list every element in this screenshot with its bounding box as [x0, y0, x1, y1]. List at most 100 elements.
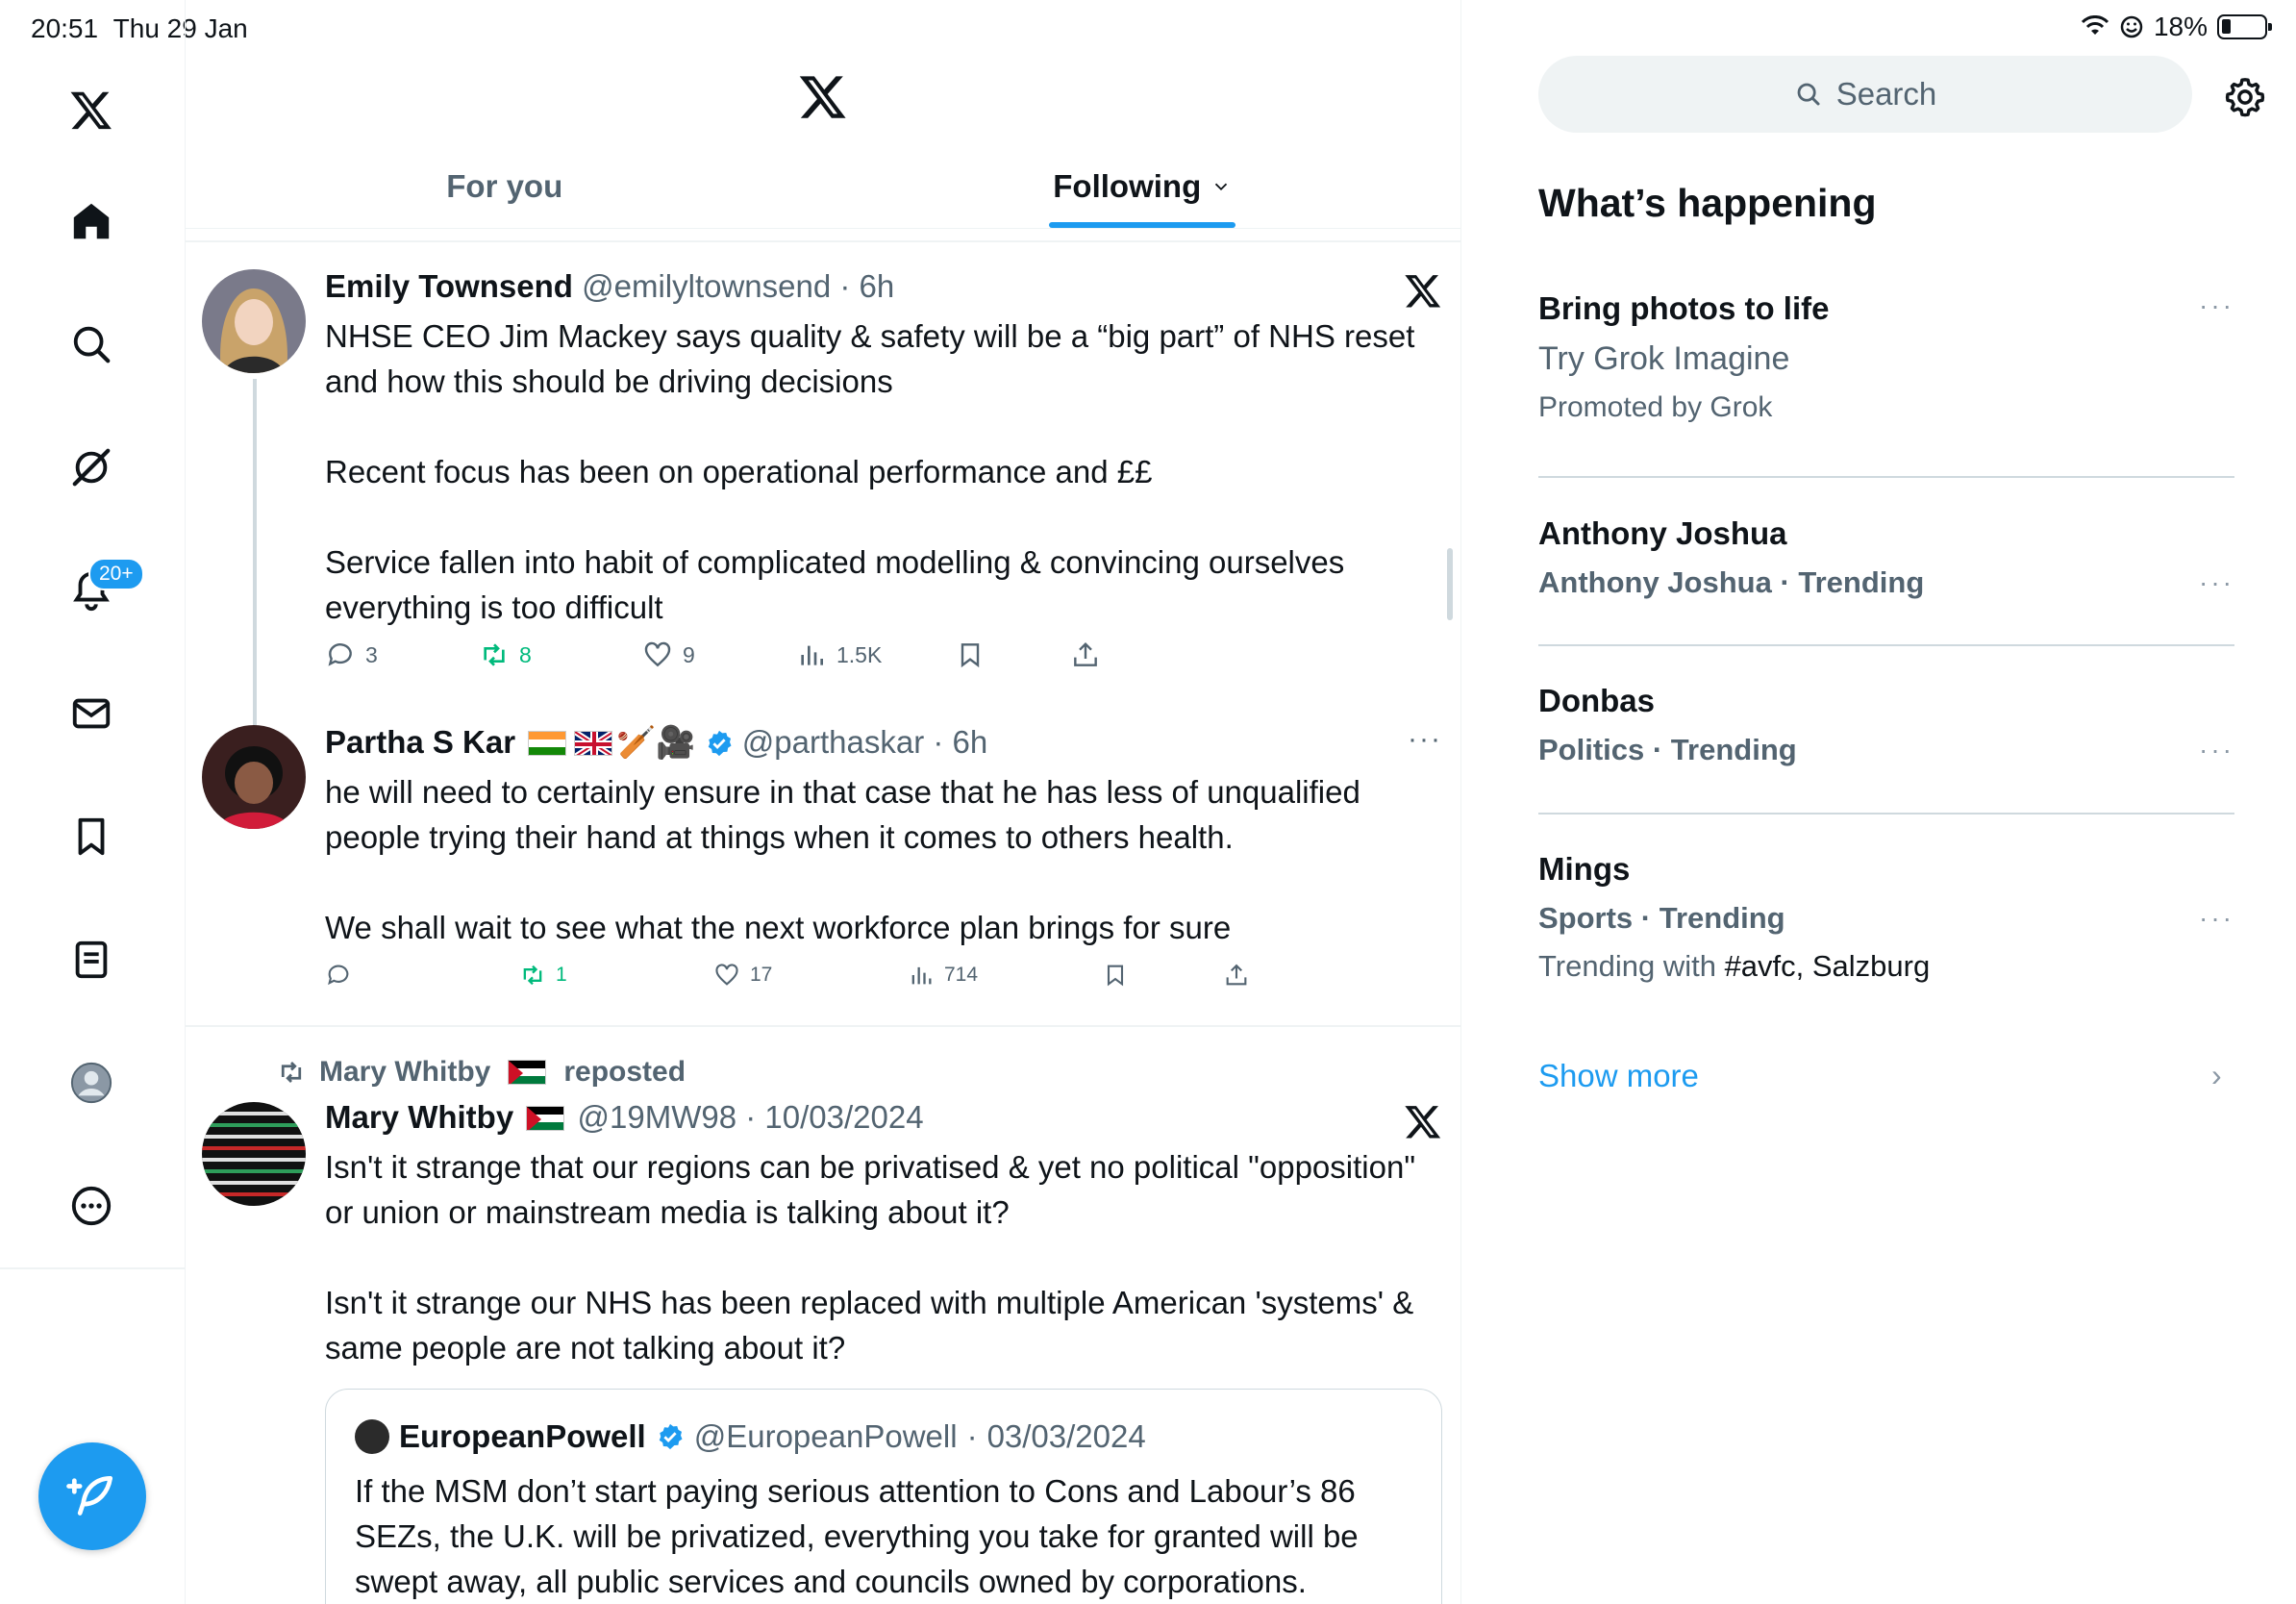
tweet-actions: 3 8 9 1.5K	[325, 639, 1442, 670]
compose-post-button[interactable]	[38, 1442, 146, 1550]
avatar	[355, 1419, 389, 1454]
more-options-icon[interactable]: ···	[1408, 723, 1442, 756]
author-name[interactable]: Partha S Kar	[325, 724, 515, 760]
settings-gear-icon[interactable]	[2223, 75, 2267, 119]
quoted-tweet-text: If the MSM don’t start paying serious at…	[355, 1473, 1359, 1599]
timeline-tabs: For you Following	[186, 144, 1461, 229]
author-name[interactable]: Emily Townsend	[325, 268, 573, 304]
views-chart-icon	[911, 966, 932, 985]
author-handle[interactable]: @emilyltownsend	[582, 268, 831, 304]
home-icon[interactable]	[59, 188, 124, 254]
author-handle[interactable]: @19MW98	[578, 1099, 737, 1135]
whats-happening-heading: What’s happening	[1538, 181, 1877, 225]
tweet-text: Isn't it strange that our regions can be…	[325, 1149, 1416, 1366]
quoted-tweet-time: 03/03/2024	[986, 1418, 1146, 1454]
left-nav: 20+	[0, 0, 186, 1604]
profile-avatar-icon[interactable]	[59, 1050, 124, 1115]
bookmark-icon	[1107, 965, 1124, 987]
india-flag-icon	[528, 731, 567, 756]
x-logo-icon	[1405, 275, 1441, 308]
share-icon	[1226, 964, 1247, 986]
search-input[interactable]: Search	[1538, 56, 2192, 133]
tab-following[interactable]: Following	[824, 144, 1461, 228]
share-button[interactable]	[1223, 962, 1250, 989]
heart-icon	[715, 964, 738, 986]
reply-button[interactable]	[325, 962, 519, 989]
bookmarks-icon[interactable]	[59, 804, 124, 869]
quoted-tweet[interactable]: EuropeanPowell @EuropeanPowell · 03/03/202…	[325, 1389, 1442, 1604]
share-button[interactable]	[1070, 639, 1101, 670]
search-icon[interactable]	[59, 312, 124, 377]
thread-connector	[253, 379, 257, 735]
heart-icon	[644, 641, 671, 667]
tweet-time[interactable]: 6h	[953, 724, 988, 760]
palestine-flag-icon	[508, 1060, 547, 1085]
x-logo-icon	[1405, 1106, 1441, 1139]
uk-flag-icon	[574, 731, 613, 756]
chevron-right-icon: ›	[2211, 1058, 2222, 1092]
search-placeholder: Search	[1835, 76, 1937, 112]
scrollbar[interactable]	[1447, 548, 1453, 620]
bookmark-button[interactable]	[1102, 962, 1223, 989]
views-chart-icon	[801, 645, 823, 665]
tab-active-indicator	[1049, 222, 1236, 228]
bookmark-icon	[961, 643, 980, 668]
x-logo-icon[interactable]	[798, 71, 848, 126]
tweet-actions: 1 17 714	[325, 962, 1442, 989]
trend-item[interactable]: Bring photos to life Try Grok Imagine Pr…	[1538, 290, 2234, 424]
reply-icon	[328, 643, 352, 666]
tweet-text: he will need to certainly ensure in that…	[325, 774, 1360, 945]
tweet-time[interactable]: 10/03/2024	[764, 1099, 923, 1135]
like-button[interactable]: 9	[642, 639, 796, 670]
share-icon	[1074, 641, 1097, 666]
more-options-icon[interactable]: ···	[2199, 903, 2234, 934]
verified-badge-icon	[708, 730, 732, 757]
tab-for-you[interactable]: For you	[186, 144, 824, 228]
tweet-time[interactable]: 6h	[860, 268, 895, 304]
trend-item[interactable]: Mings Sports · Trending Trending with #a…	[1538, 851, 2234, 984]
search-icon	[1797, 83, 1820, 106]
repost-label: reposted	[563, 1056, 686, 1088]
views-button[interactable]: 1.5K	[796, 639, 955, 670]
feather-plus-icon	[66, 1476, 112, 1516]
trend-item[interactable]: Donbas Politics · Trending ···	[1538, 683, 2234, 767]
tweet-text: NHSE CEO Jim Mackey says quality & safet…	[325, 318, 1415, 625]
palestine-flag-icon	[526, 1106, 565, 1131]
like-button[interactable]: 17	[713, 962, 908, 989]
quoted-author-name: EuropeanPowell	[399, 1418, 646, 1454]
repost-icon	[281, 1062, 302, 1083]
show-more-link[interactable]: Show more	[1538, 1058, 1699, 1094]
more-icon[interactable]	[59, 1173, 124, 1239]
more-options-icon[interactable]: ···	[2199, 567, 2234, 598]
verified-badge-icon	[659, 1423, 683, 1450]
repost-button[interactable]: 1	[519, 962, 713, 989]
repost-context[interactable]: Mary Whitby reposted	[277, 1056, 686, 1089]
repost-by: Mary Whitby	[319, 1056, 491, 1088]
avatar[interactable]	[202, 725, 306, 829]
more-options-icon[interactable]: ···	[2199, 735, 2234, 765]
author-handle[interactable]: @parthaskar	[742, 724, 924, 760]
quoted-author-handle: @EuropeanPowell	[693, 1418, 958, 1454]
grok-icon[interactable]	[59, 435, 124, 500]
nav-divider	[0, 1267, 186, 1269]
notifications-badge: 20+	[88, 558, 144, 590]
avatar[interactable]	[202, 269, 306, 373]
repost-icon	[484, 643, 505, 666]
repost-button[interactable]: 8	[479, 639, 642, 670]
avatar[interactable]	[202, 1102, 306, 1206]
sidebar-right: Search What’s happening Bring photos to …	[1461, 0, 2296, 1604]
chevron-down-icon	[1215, 183, 1228, 190]
author-name[interactable]: Mary Whitby	[325, 1099, 513, 1135]
reply-button[interactable]: 3	[325, 639, 479, 670]
repost-icon	[523, 965, 542, 986]
bookmark-button[interactable]	[955, 639, 1070, 670]
timeline-column: For you Following Emily Townsend @emilyl…	[186, 0, 1461, 1604]
trend-item[interactable]: Anthony Joshua Anthony Joshua · Trending…	[1538, 515, 2234, 600]
lists-icon[interactable]	[59, 927, 124, 992]
reply-icon	[328, 965, 349, 986]
views-button[interactable]: 714	[908, 962, 1102, 989]
cricket-camera-emoji: 🏏🎥	[616, 724, 696, 760]
messages-icon[interactable]	[59, 681, 124, 746]
more-options-icon[interactable]: ···	[2199, 290, 2234, 321]
x-logo-icon[interactable]	[59, 77, 124, 142]
